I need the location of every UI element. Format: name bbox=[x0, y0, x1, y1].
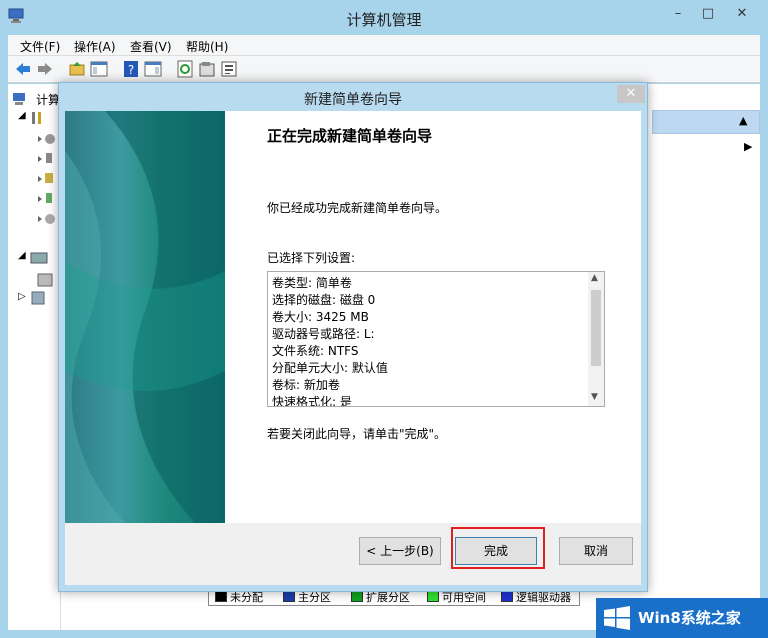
dialog-body: 正在完成新建简单卷向导 你已经成功完成新建简单卷向导。 已选择下列设置: 卷类型… bbox=[65, 111, 641, 523]
scroll-down-icon[interactable]: ▼ bbox=[591, 392, 598, 402]
services-icon bbox=[31, 291, 45, 305]
toolbar: ? bbox=[8, 56, 760, 83]
tree-children bbox=[36, 132, 56, 252]
finish-button[interactable]: 完成 bbox=[455, 537, 537, 565]
setting-volume-type: 卷类型: 简单卷 bbox=[272, 276, 352, 290]
up-folder-icon[interactable] bbox=[68, 60, 86, 78]
expand-icon[interactable]: ◢ bbox=[18, 110, 26, 121]
scroll-up-icon[interactable]: ▲ bbox=[591, 273, 598, 283]
settings-label: 已选择下列设置: bbox=[267, 251, 356, 265]
menu-action[interactable]: 操作(A) bbox=[74, 38, 116, 55]
dialog-footer: < 上一步(B) 完成 取消 bbox=[65, 523, 641, 585]
actions-pane: ▲ ▶ bbox=[652, 106, 760, 206]
scrollbar-thumb[interactable] bbox=[591, 290, 601, 366]
properties-icon[interactable] bbox=[198, 60, 216, 78]
menu-bar: 文件(F) 操作(A) 查看(V) 帮助(H) bbox=[8, 35, 760, 56]
wizard-done-text: 你已经成功完成新建简单卷向导。 bbox=[267, 201, 448, 215]
menu-view[interactable]: 查看(V) bbox=[130, 38, 172, 55]
forward-arrow-icon[interactable] bbox=[36, 60, 54, 78]
svg-text:?: ? bbox=[128, 63, 134, 77]
settings-scrollbar[interactable]: ▲ ▼ bbox=[588, 272, 604, 406]
export-list-icon[interactable] bbox=[220, 60, 238, 78]
setting-allocation-unit: 分配单元大小: 默认值 bbox=[272, 361, 388, 375]
tools-icon bbox=[32, 112, 41, 124]
tree-root-label: 计算 bbox=[36, 93, 61, 107]
close-button[interactable]: ✕ bbox=[724, 4, 760, 24]
new-simple-volume-wizard: 新建简单卷向导 ✕ 正在完成新建简单卷向导 你已经成功完成新建简单卷向导。 已选… bbox=[58, 82, 648, 592]
setting-volume-label: 卷标: 新加卷 bbox=[272, 378, 340, 392]
dialog-title: 新建简单卷向导 bbox=[304, 92, 402, 108]
watermark: Win8系统之家 bbox=[596, 598, 768, 638]
settings-list[interactable]: 卷类型: 简单卷 选择的磁盘: 磁盘 0 卷大小: 3425 MB 驱动器号或路… bbox=[267, 271, 605, 407]
cancel-button[interactable]: 取消 bbox=[559, 537, 633, 565]
help-icon[interactable]: ? bbox=[122, 60, 140, 78]
console-tree: 计算 ◢ ◢ ▷ bbox=[8, 84, 61, 630]
back-arrow-icon[interactable] bbox=[14, 60, 32, 78]
watermark-text: Win8系统之家 bbox=[638, 609, 741, 627]
wizard-banner-image bbox=[65, 111, 225, 523]
tree-item-disk-management[interactable] bbox=[34, 272, 56, 290]
menu-help[interactable]: 帮助(H) bbox=[186, 38, 228, 55]
minimize-button[interactable]: – bbox=[664, 4, 692, 24]
wizard-heading: 正在完成新建简单卷向导 bbox=[267, 127, 433, 145]
collapse-icon[interactable]: ▷ bbox=[18, 291, 26, 302]
show-action-pane-icon[interactable] bbox=[144, 60, 162, 78]
main-window-title: 计算机管理 bbox=[346, 11, 422, 29]
maximize-button[interactable]: □ bbox=[694, 4, 722, 24]
storage-icon bbox=[30, 252, 48, 264]
menu-file[interactable]: 文件(F) bbox=[20, 38, 60, 55]
refresh-icon[interactable] bbox=[176, 60, 194, 78]
dialog-close-button[interactable]: ✕ bbox=[617, 85, 645, 103]
dialog-titlebar: 新建简单卷向导 ✕ bbox=[59, 83, 647, 111]
show-tree-icon[interactable] bbox=[90, 60, 108, 78]
setting-file-system: 文件系统: NTFS bbox=[272, 344, 359, 358]
more-actions-arrow-icon[interactable]: ▶ bbox=[744, 140, 752, 153]
main-titlebar: 计算机管理 – □ ✕ bbox=[0, 0, 768, 34]
expand-icon[interactable]: ◢ bbox=[18, 250, 26, 261]
tree-item-root[interactable]: 计算 bbox=[12, 90, 60, 108]
actions-header[interactable]: ▲ bbox=[652, 110, 760, 134]
collapse-up-icon[interactable]: ▲ bbox=[739, 114, 747, 127]
setting-quick-format: 快速格式化: 是 bbox=[272, 395, 352, 407]
computer-icon bbox=[13, 93, 25, 105]
setting-selected-disk: 选择的磁盘: 磁盘 0 bbox=[272, 293, 376, 307]
close-hint-text: 若要关闭此向导，请单击"完成"。 bbox=[267, 427, 447, 441]
setting-volume-size: 卷大小: 3425 MB bbox=[272, 310, 369, 324]
setting-drive-letter: 驱动器号或路径: L: bbox=[272, 327, 375, 341]
windows-logo-icon bbox=[604, 606, 630, 630]
back-button[interactable]: < 上一步(B) bbox=[359, 537, 441, 565]
